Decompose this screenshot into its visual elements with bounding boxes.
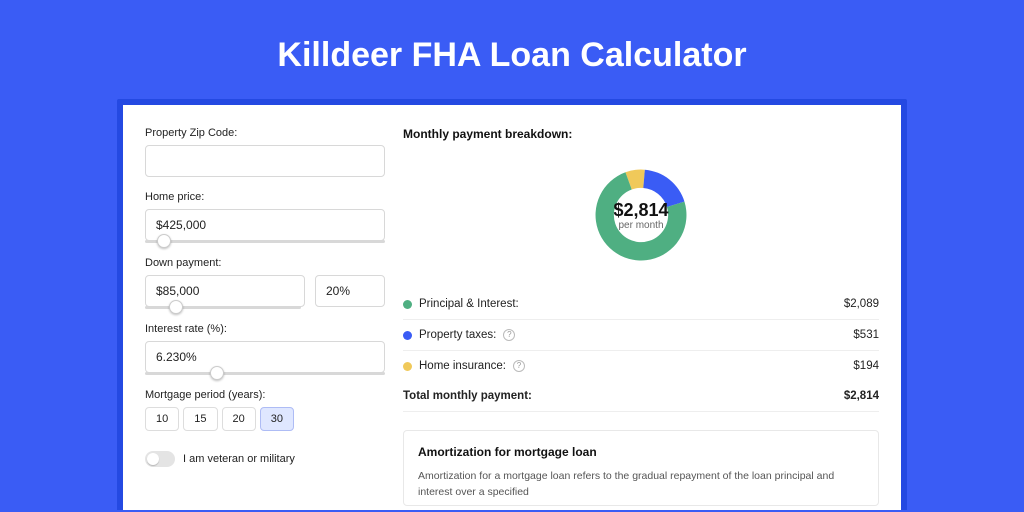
legend-total-row: Total monthly payment: $2,814 (403, 381, 879, 412)
down-payment-group: Down payment: (145, 257, 385, 309)
legend-row: Principal & Interest: $2,089 (403, 289, 879, 320)
page-title: Killdeer FHA Loan Calculator (0, 36, 1024, 75)
amort-title: Amortization for mortgage loan (418, 445, 864, 459)
legend-value: $194 (853, 360, 879, 372)
interest-input[interactable] (145, 341, 385, 373)
hero: Killdeer FHA Loan Calculator (0, 0, 1024, 99)
results-column: Monthly payment breakdown: $2,814 per mo… (403, 127, 879, 498)
period-label: Mortgage period (years): (145, 389, 385, 401)
calculator-panel: Property Zip Code: Home price: Down paym… (123, 105, 901, 510)
period-btn-30[interactable]: 30 (260, 407, 294, 431)
zip-label: Property Zip Code: (145, 127, 385, 139)
down-payment-slider[interactable] (145, 306, 301, 309)
home-price-group: Home price: (145, 191, 385, 243)
period-btn-15[interactable]: 15 (183, 407, 217, 431)
legend-value: $531 (853, 329, 879, 341)
zip-field-group: Property Zip Code: (145, 127, 385, 177)
breakdown-title: Monthly payment breakdown: (403, 127, 879, 141)
donut-wrap: $2,814 per month (403, 151, 879, 289)
browser-frame: Property Zip Code: Home price: Down paym… (117, 99, 907, 510)
down-payment-input[interactable] (145, 275, 305, 307)
period-group: Mortgage period (years): 10152030 (145, 389, 385, 431)
donut-chart: $2,814 per month (581, 155, 701, 275)
interest-label: Interest rate (%): (145, 323, 385, 335)
period-btn-20[interactable]: 20 (222, 407, 256, 431)
legend-label: Principal & Interest: (419, 298, 519, 310)
legend-label: Property taxes: (419, 329, 496, 341)
legend-dot (403, 331, 412, 340)
slider-thumb[interactable] (169, 300, 183, 314)
interest-slider[interactable] (145, 372, 385, 375)
donut-center: $2,814 per month (581, 155, 701, 275)
info-icon[interactable]: ? (503, 329, 515, 341)
down-payment-label: Down payment: (145, 257, 385, 269)
donut-sub: per month (618, 220, 663, 231)
home-price-slider[interactable] (145, 240, 385, 243)
amortization-box: Amortization for mortgage loan Amortizat… (403, 430, 879, 506)
amort-body: Amortization for a mortgage loan refers … (418, 469, 864, 501)
home-price-input[interactable] (145, 209, 385, 241)
legend-value: $2,089 (844, 298, 879, 310)
period-btn-10[interactable]: 10 (145, 407, 179, 431)
down-payment-pct-input[interactable] (315, 275, 385, 307)
legend-dot (403, 362, 412, 371)
donut-amount: $2,814 (613, 200, 668, 221)
slider-thumb[interactable] (210, 366, 224, 380)
info-icon[interactable]: ? (513, 360, 525, 372)
period-buttons: 10152030 (145, 407, 385, 431)
total-value: $2,814 (844, 390, 879, 402)
slider-thumb[interactable] (157, 234, 171, 248)
veteran-label: I am veteran or military (183, 453, 295, 465)
zip-input[interactable] (145, 145, 385, 177)
veteran-toggle[interactable] (145, 451, 175, 467)
veteran-toggle-row: I am veteran or military (145, 451, 385, 467)
legend-row: Home insurance: ? $194 (403, 351, 879, 381)
total-label: Total monthly payment: (403, 390, 532, 402)
interest-group: Interest rate (%): (145, 323, 385, 375)
legend-dot (403, 300, 412, 309)
legend-label: Home insurance: (419, 360, 506, 372)
legend-row: Property taxes: ? $531 (403, 320, 879, 351)
home-price-label: Home price: (145, 191, 385, 203)
legend: Principal & Interest: $2,089 Property taxe… (403, 289, 879, 381)
form-column: Property Zip Code: Home price: Down paym… (145, 127, 385, 498)
